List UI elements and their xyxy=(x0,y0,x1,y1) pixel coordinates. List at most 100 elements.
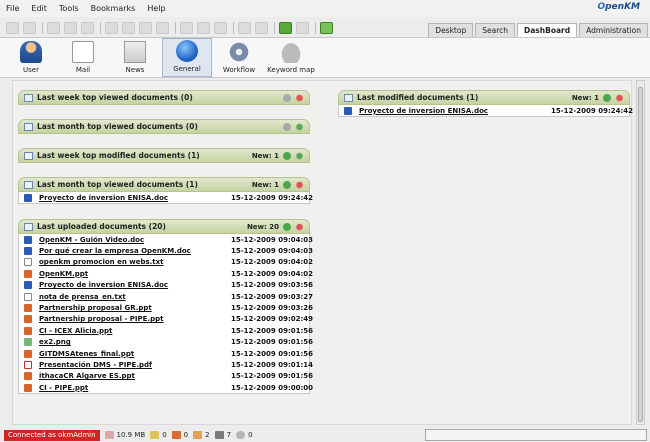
pin-icon[interactable] xyxy=(295,152,304,160)
document-row[interactable]: Por qué crear la empresa OpenKM.doc 15-12… xyxy=(19,245,313,256)
pin-icon[interactable] xyxy=(295,181,304,189)
openkm-logo: OpenKM xyxy=(597,2,640,12)
document-row[interactable]: nota de prensa_en.txt 15-12-2009 09:03:27 xyxy=(19,291,313,302)
widget-body: Proyecto de inversion ENISA.doc 15-12-20… xyxy=(18,192,313,205)
database-icon xyxy=(104,431,114,439)
check-icon[interactable] xyxy=(283,123,291,131)
pdf-document-icon xyxy=(24,360,32,369)
pin-icon[interactable] xyxy=(295,94,304,102)
document-row[interactable]: Proyecto de inversion ENISA.doc 15-12-20… xyxy=(339,105,633,116)
pin-icon[interactable] xyxy=(295,123,304,131)
widget-window-icon xyxy=(24,180,33,189)
menu-edit[interactable]: Edit xyxy=(31,4,47,13)
word-document-icon xyxy=(24,193,32,202)
image-document-icon xyxy=(24,338,32,347)
widget-header[interactable]: Last week top modified documents (1) New… xyxy=(18,148,310,163)
menu-bookmarks[interactable]: Bookmarks xyxy=(91,4,136,13)
check-icon[interactable] xyxy=(603,94,611,102)
workflow-icon[interactable] xyxy=(214,22,227,34)
new-document-icon[interactable] xyxy=(23,22,36,34)
dashboard-user-button[interactable]: User xyxy=(6,38,56,77)
tab-dashboard[interactable]: DashBoard xyxy=(517,23,578,37)
document-row[interactable]: Proyecto de inversion ENISA.doc 15-12-200… xyxy=(19,280,313,291)
gear-icon[interactable] xyxy=(214,431,224,439)
delete-icon[interactable] xyxy=(156,22,169,34)
status-message-field xyxy=(425,429,647,441)
add-property-icon[interactable] xyxy=(180,22,193,34)
menu-tools[interactable]: Tools xyxy=(59,4,79,13)
dashboard-general-button[interactable]: General xyxy=(162,38,212,77)
cloud-icon xyxy=(280,41,302,63)
widget-last-month-viewed: Last month top viewed documents (1) New:… xyxy=(18,177,313,205)
document-row[interactable]: CI - ICEX Alicia.ppt 15-12-2009 09:01:56 xyxy=(19,325,313,336)
powerpoint-document-icon xyxy=(24,372,32,381)
check-icon[interactable] xyxy=(283,223,291,231)
dashboard-mail-button[interactable]: Mail xyxy=(58,38,108,77)
scrollbar-thumb[interactable] xyxy=(638,87,643,422)
widget-header[interactable]: Last uploaded documents (20) New: 20 xyxy=(18,219,310,234)
toolbar-separator xyxy=(233,22,234,34)
dashboard-keyword-map-button[interactable]: Keyword map xyxy=(266,38,316,77)
tab-administration[interactable]: Administration xyxy=(579,23,648,37)
vertical-scrollbar[interactable] xyxy=(636,80,645,425)
document-row[interactable]: OpenKM - Guión Video.doc 15-12-2009 09:04… xyxy=(19,234,313,245)
document-row[interactable]: ex2.png 15-12-2009 09:01:56 xyxy=(19,337,313,348)
user-icon xyxy=(20,41,42,63)
document-row[interactable]: CI - PIPE.ppt 15-12-2009 09:00:00 xyxy=(19,382,313,393)
powerpoint-document-icon xyxy=(24,349,32,358)
dashboard-news-button[interactable]: News xyxy=(110,38,160,77)
checkout-count: 0 xyxy=(183,431,189,439)
pin-icon[interactable] xyxy=(615,94,624,102)
document-row[interactable]: ithacaCR Algarve ES.ppt 15-12-2009 09:01:… xyxy=(19,371,313,382)
refresh-icon[interactable] xyxy=(279,22,292,34)
document-row[interactable]: Proyecto de inversion ENISA.doc 15-12-20… xyxy=(19,192,313,203)
new-folder-icon[interactable] xyxy=(6,22,19,34)
remove-subscription-icon[interactable] xyxy=(255,22,268,34)
scanner-icon[interactable] xyxy=(296,22,309,34)
document-row[interactable]: Partnership proposal - PIPE.ppt 15-12-200… xyxy=(19,314,313,325)
toolbar-separator xyxy=(175,22,176,34)
dashboard-workflow-button[interactable]: Workflow xyxy=(214,38,264,77)
menu-file[interactable]: File xyxy=(6,4,19,13)
check-icon[interactable] xyxy=(283,94,291,102)
word-document-icon xyxy=(24,281,32,290)
widget-window-icon xyxy=(24,151,33,160)
add-subscription-icon[interactable] xyxy=(238,22,251,34)
checkout-icon[interactable] xyxy=(105,22,118,34)
home-icon[interactable] xyxy=(320,22,333,34)
menu-help[interactable]: Help xyxy=(147,4,165,13)
tab-desktop[interactable]: Desktop xyxy=(428,23,474,37)
checkin-icon[interactable] xyxy=(122,22,135,34)
lock-icon[interactable] xyxy=(150,431,160,439)
widget-header[interactable]: Last month top viewed documents (0) xyxy=(18,119,310,134)
check-icon[interactable] xyxy=(283,181,291,189)
checkout-icon[interactable] xyxy=(171,431,181,439)
word-document-icon xyxy=(344,106,352,115)
document-row[interactable]: GITDMSAtenes_final.ppt 15-12-2009 09:01:5… xyxy=(19,348,313,359)
toolbar-separator xyxy=(42,22,43,34)
widget-window-icon xyxy=(24,93,33,102)
word-document-icon xyxy=(24,235,32,244)
widget-header[interactable]: Last month top viewed documents (1) New:… xyxy=(18,177,310,192)
workflow-count: 7 xyxy=(226,431,232,439)
document-row[interactable]: OpenKM.ppt 15-12-2009 09:04:02 xyxy=(19,268,313,279)
lock-icon[interactable] xyxy=(47,22,60,34)
add-document-icon[interactable] xyxy=(81,22,94,34)
widget-header[interactable]: Last modified documents (1) New: 1 xyxy=(338,90,630,105)
widget-last-week-modified: Last week top modified documents (1) New… xyxy=(18,148,310,163)
subscription-icon[interactable] xyxy=(193,431,203,439)
document-row[interactable]: Partnership proposal GR.ppt 15-12-2009 09… xyxy=(19,302,313,313)
document-row[interactable]: Presentación DMS - PIPE.pdf 15-12-2009 09… xyxy=(19,359,313,370)
unlock-icon[interactable] xyxy=(64,22,77,34)
tab-search[interactable]: Search xyxy=(475,23,516,37)
document-row[interactable]: openkm promocion en webs.txt 15-12-2009 0… xyxy=(19,257,313,268)
widget-header[interactable]: Last week top viewed documents (0) xyxy=(18,90,310,105)
check-icon[interactable] xyxy=(283,152,291,160)
subscription-count: 2 xyxy=(205,431,210,439)
cancel-checkout-icon[interactable] xyxy=(139,22,152,34)
pin-icon[interactable] xyxy=(295,223,304,231)
mail-icon[interactable] xyxy=(236,431,246,439)
remove-property-icon[interactable] xyxy=(197,22,210,34)
text-document-icon xyxy=(24,292,32,301)
mail-icon xyxy=(72,41,94,63)
